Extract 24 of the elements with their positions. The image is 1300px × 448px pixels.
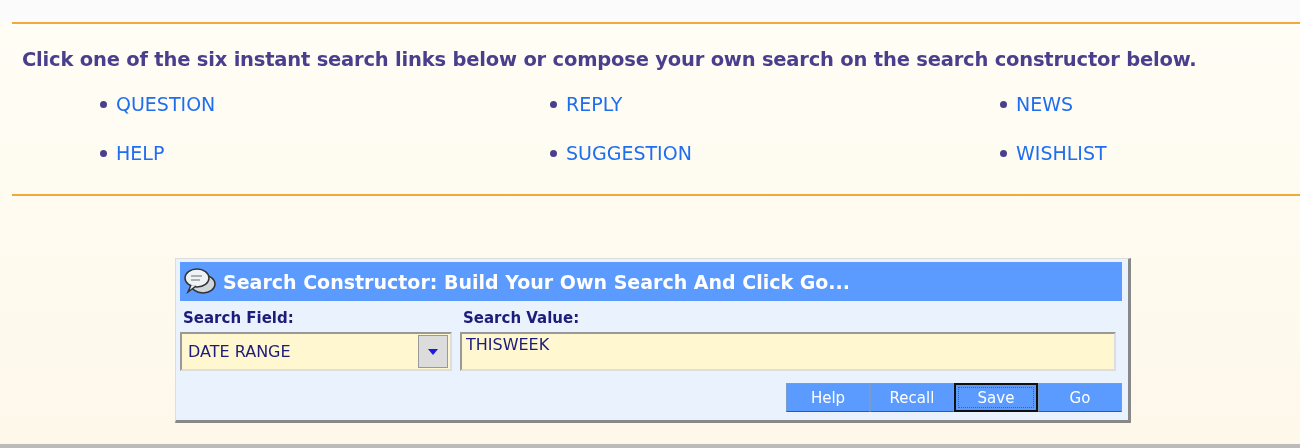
search-link[interactable]: SUGGESTION [566, 142, 692, 164]
bullet-icon [550, 149, 557, 157]
search-link[interactable]: HELP [116, 142, 165, 164]
action-button[interactable]: Help [786, 383, 870, 412]
search-link[interactable]: WISHLIST [1016, 142, 1107, 164]
search-field-dropdown[interactable]: DATE RANGE [180, 332, 452, 371]
action-button[interactable]: Go [1038, 383, 1122, 412]
chat-bubbles-icon [183, 266, 217, 297]
bullet-icon [1000, 149, 1007, 157]
intro-text: Click one of the six instant search links below or compose your own search on the search constructor below. [22, 48, 1198, 71]
search-link[interactable]: NEWS [1016, 93, 1074, 115]
panel-title: Search Constructor: Build Your Own Search And Click Go... [223, 270, 851, 293]
caret-icon [428, 348, 438, 355]
bullet-icon [550, 100, 557, 108]
bullet-icon [100, 100, 107, 108]
search-value-field[interactable]: THISWEEK [460, 332, 1116, 371]
search-link[interactable]: QUESTION [116, 93, 216, 115]
field-label: Search Field: [183, 309, 295, 327]
action-button[interactable]: Save [954, 383, 1038, 412]
search-link[interactable]: REPLY [566, 93, 623, 115]
bullet-icon [100, 149, 107, 157]
bullet-icon [1000, 100, 1007, 108]
action-button[interactable]: Recall [870, 383, 954, 412]
value-label: Search Value: [463, 309, 581, 327]
